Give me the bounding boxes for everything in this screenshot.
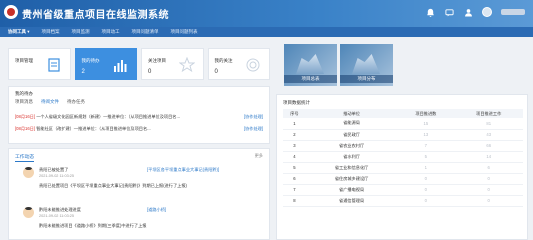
app-header: 贵州省级重点项目在线监测系统 [0, 0, 533, 27]
tile-label: 项目分布 [340, 75, 393, 83]
stat-cards: 项目管理 我的待办 2 关注项目 0 我的关注 0 [8, 48, 270, 80]
card-value: 0 [214, 69, 218, 75]
activity-desc: 贵阳已处置项目《平坝区平坝重点事业大事记(贵阳黔)》到期已上报(进行了上报) [39, 183, 187, 188]
column-header: 序号 [283, 109, 306, 118]
nav-issue-checklist[interactable]: 项目问题清单 [132, 29, 159, 35]
table-row[interactable]: 7 省广播电视局 0 0 [283, 184, 523, 196]
panel-title: 项目数据统计 [283, 100, 310, 105]
tab-pending-tasks[interactable]: 待办任务 [67, 99, 85, 105]
stats-panel: 项目数据统计 序号 推动单位 项目推进数 项目推进工作 1 省能源局 15 81 2省… [276, 94, 528, 240]
nav-project-monitor[interactable]: 项目监测 [72, 29, 90, 35]
list-item[interactable]: [08月16日] 智能社区（改扩建）—推进单位：（从项目推进单位及项目名... … [15, 126, 263, 134]
activity-project-link[interactable]: [道路小桥] [147, 207, 166, 213]
building-image [296, 54, 324, 74]
nav-project-start[interactable]: 项目动工 [102, 29, 120, 35]
table-row[interactable]: 2 省民政厅 13 43 [283, 129, 523, 141]
tile-label: 项目总表 [284, 75, 337, 83]
building-image [352, 54, 380, 74]
tab-project-messages[interactable]: 项目消息 [15, 99, 33, 105]
user-avatar[interactable] [482, 7, 492, 17]
column-header: 项目推进工作 [454, 109, 523, 118]
activity-project-link[interactable]: [平坝区各平坝重点事业大事记(贵阳黔)] [147, 167, 219, 173]
card-followed-projects[interactable]: 关注项目 0 [141, 48, 204, 80]
process-link[interactable]: [协作处理] [244, 126, 263, 132]
table-row[interactable]: 8 省通信管理局 0 0 [283, 195, 523, 207]
activity-title: 工作动态 [15, 155, 35, 162]
todo-panel: 我的待办 项目消息 待阅文件 待办任务 [08月16日] 一个人省级文化园区新规… [8, 86, 270, 144]
document-icon [47, 58, 60, 72]
activity-time: 2021-09-02 11:03:25 [39, 174, 74, 178]
column-header: 推动单位 [305, 109, 398, 118]
message-icon[interactable] [444, 7, 454, 17]
tab-pending-files[interactable]: 待阅文件 [41, 99, 59, 105]
card-label: 关注项目 [148, 58, 166, 63]
bell-icon[interactable] [425, 7, 435, 17]
table-row[interactable]: 3 省农业农村厅 7 66 [283, 140, 523, 152]
activity-item: 贵阳已被处置了 2021-09-02 11:03:25 [平坝区各平坝重点事业大… [15, 167, 263, 201]
table-row[interactable]: 1 省能源局 15 81 [283, 118, 523, 130]
star-icon [178, 57, 195, 73]
item-text: 一个人省级文化园区新规划（新建）—推进单位：（从项目推进单位及项目名... [36, 114, 180, 119]
item-text: 智能社区（改扩建）—推进单位：（从项目推进单位及项目名... [36, 126, 151, 131]
activity-desc: 黔阳未能推进项目《道路小桥》到期(三季度)中进行了上报 [39, 223, 147, 228]
list-item[interactable]: [08月16日] 一个人省级文化园区新规划（新建）—推进单位：（从项目推进单位及… [15, 114, 263, 122]
panel-title: 我的待办 [15, 91, 33, 96]
card-label: 项目管理 [15, 58, 33, 63]
app-title: 贵州省级重点项目在线监测系统 [22, 10, 169, 21]
activity-item: 黔阳未能推进处理进度 2021-09-02 11:03:25 [道路小桥] 黔阳… [15, 207, 263, 240]
target-icon [246, 58, 260, 72]
date-tag: [08月16日] [15, 114, 36, 119]
nav-collab-tools[interactable]: 协同工具 ▾ [8, 29, 30, 35]
card-value: 2 [81, 69, 85, 75]
stats-table: 序号 推动单位 项目推进数 项目推进工作 1 省能源局 15 81 2 省民政厅 13 43… [283, 109, 523, 207]
activity-panel: 工作动态 更多 贵阳已被处置了 2021-09-02 11:03:25 [平坝区… [8, 148, 270, 240]
nav-project-archive[interactable]: 项目档案 [42, 29, 60, 35]
table-row[interactable]: 6 省住房城乡建设厅 0 0 [283, 173, 523, 185]
activity-actor: 黔阳未能推进处理进度 [39, 207, 81, 212]
avatar [23, 167, 34, 178]
card-my-todo[interactable]: 我的待办 2 [74, 48, 137, 80]
bar-chart-icon [114, 60, 127, 72]
card-my-follows[interactable]: 我的关注 0 [207, 48, 270, 80]
card-label: 我的待办 [81, 58, 100, 63]
more-link[interactable]: 更多 [255, 153, 263, 159]
table-row[interactable]: 5 省工业和信息化厅 1 6 [283, 162, 523, 174]
date-tag: [08月16日] [15, 126, 36, 131]
main-nav: 协同工具 ▾ 项目档案 项目监测 项目动工 项目问题清单 项目问题列表 [0, 27, 533, 37]
tile-project-master[interactable]: 项目总表 [284, 44, 337, 86]
activity-actor: 贵阳已被处置了 [39, 167, 69, 172]
nav-issue-list[interactable]: 项目问题列表 [171, 29, 198, 35]
tile-project-distribution[interactable]: 项目分布 [340, 44, 393, 86]
card-project-management[interactable]: 项目管理 [8, 48, 71, 80]
card-label: 我的关注 [214, 58, 233, 63]
emblem-logo [4, 5, 18, 19]
card-value: 0 [148, 69, 152, 75]
column-header: 项目推进数 [397, 109, 455, 118]
user-name-redacted[interactable] [501, 9, 525, 15]
activity-time: 2021-09-02 11:03:25 [39, 214, 74, 218]
process-link[interactable]: [协作处理] [244, 114, 263, 120]
avatar [23, 207, 34, 218]
user-icon[interactable] [463, 7, 473, 17]
table-row[interactable]: 4 省水利厅 5 14 [283, 151, 523, 163]
